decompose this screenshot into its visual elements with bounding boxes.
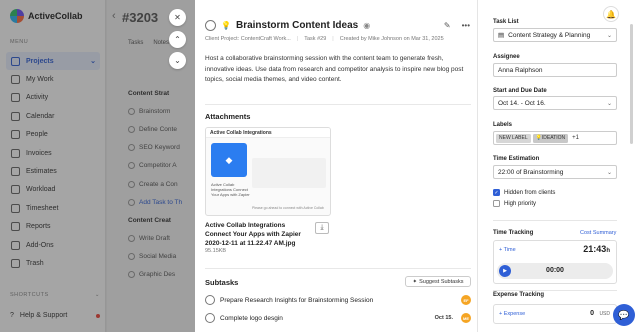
subtasks-heading: Subtasks <box>205 278 239 287</box>
dates-value: Oct 14. - Oct 16. <box>498 99 546 107</box>
list-icon: ▤ <box>498 32 505 39</box>
dates-label: Start and Due Date <box>493 88 547 94</box>
lightbulb-icon: 💡 <box>221 20 231 30</box>
labels-input[interactable]: NEW LABEL 💡 IDEATION +1 <box>493 131 617 145</box>
task-list-label: Task List <box>493 19 519 25</box>
time-tracking-box: + Time 21:43h ▶ 00:00 <box>493 240 617 284</box>
attachment-thumbnail[interactable]: Active Collab Integrations ◆ Active Coll… <box>205 127 331 216</box>
task-list-select[interactable]: ▤ Content Strategy & Planning ⌄ <box>493 28 617 42</box>
assignee-label: Assignee <box>493 54 520 60</box>
more-labels[interactable]: +1 <box>572 135 579 141</box>
eye-icon[interactable]: ◉ <box>363 21 370 30</box>
avatar[interactable]: EF <box>461 295 471 305</box>
priority-label: High priority <box>504 200 537 207</box>
time-tracking-label: Time Tracking <box>493 230 534 236</box>
cost-summary-link[interactable]: Cost Summary <box>580 230 616 236</box>
app-icon: ◆ <box>211 143 247 177</box>
high-priority-checkbox[interactable]: High priority <box>493 200 536 207</box>
timer-value: 00:00 <box>546 267 564 274</box>
estimation-select[interactable]: 22:00 of Brainstorming ⌄ <box>493 165 617 179</box>
previous-task-button[interactable]: ⌃ <box>169 31 186 48</box>
expense-currency: USD <box>599 311 610 317</box>
labels-label: Labels <box>493 122 513 128</box>
subtask-checkbox[interactable] <box>205 295 215 305</box>
chevron-down-icon: ⌄ <box>606 32 612 39</box>
created-info: Created by Mike Johnson on Mar 31, 2025 <box>339 36 444 42</box>
hidden-label: Hidden from clients <box>504 189 556 196</box>
divider <box>493 220 617 221</box>
thumbnail-title: Active Collab Integrations <box>206 128 330 138</box>
subtask-item[interactable]: Complete logo desgin Oct 15. ME <box>205 311 471 325</box>
timer-bar: ▶ 00:00 <box>497 263 613 279</box>
add-time-button[interactable]: + Time <box>499 247 516 253</box>
task-description[interactable]: Host a collaborative brainstorming sessi… <box>205 54 471 86</box>
add-expense-button[interactable]: + Expense <box>499 311 525 317</box>
time-total: 21:43h <box>583 244 610 254</box>
time-total-value: 21:43 <box>583 244 607 254</box>
separator: | <box>296 36 299 42</box>
chat-icon: 💬 <box>618 309 630 320</box>
thumbnail-footer: Please go ahead to connect with Active C… <box>252 206 324 210</box>
sparkle-icon: ✦ <box>412 278 418 285</box>
suggest-subtasks-button[interactable]: ✦ Suggest Subtasks <box>405 276 471 287</box>
subtask-checkbox[interactable] <box>205 313 215 323</box>
chevron-up-icon: ⌃ <box>174 35 181 44</box>
expense-box: + Expense 0 USD <box>493 304 617 324</box>
assignee-value: Anna Ralphson <box>498 66 543 74</box>
close-modal-button[interactable]: ✕ <box>169 9 186 26</box>
task-list-value: Content Strategy & Planning <box>508 31 591 39</box>
checkbox-icon[interactable] <box>493 200 500 207</box>
attachment-file-name[interactable]: Active Collab Integrations Connect Your … <box>205 222 305 248</box>
separator: | <box>332 36 334 42</box>
hidden-from-clients-checkbox[interactable]: ✓ Hidden from clients <box>493 189 555 196</box>
complete-task-checkbox[interactable] <box>205 19 216 31</box>
task-main-column: 💡 Brainstorm Content Ideas ◉ ✎ ••• Clien… <box>195 0 478 332</box>
task-title-row: 💡 Brainstorm Content Ideas ◉ ✎ ••• <box>205 17 470 33</box>
label-tag[interactable]: 💡 IDEATION <box>532 133 569 143</box>
task-number: Task #29 <box>304 36 327 42</box>
scrollbar[interactable] <box>630 24 633 144</box>
task-panel: 💡 Brainstorm Content Ideas ◉ ✎ ••• Clien… <box>195 0 640 332</box>
dates-input[interactable]: Oct 14. - Oct 16. ⌄ <box>493 96 617 110</box>
chat-button[interactable]: 💬 <box>613 304 635 326</box>
more-options-icon[interactable]: ••• <box>462 21 470 30</box>
attachment-file-size: 95.15KB <box>205 248 227 254</box>
subtask-item[interactable]: Prepare Research Insights for Brainstorm… <box>205 293 471 307</box>
notifications-button[interactable]: 🔔 <box>603 6 619 22</box>
estimation-value: 22:00 of Brainstorming <box>498 168 564 176</box>
attachments-heading: Attachments <box>205 112 251 121</box>
task-meta: Client Project: ContentCraft Work... | T… <box>205 36 444 42</box>
subtask-date[interactable]: Oct 15. <box>435 315 453 321</box>
subtask-label[interactable]: Prepare Research Insights for Brainstorm… <box>220 297 373 304</box>
suggest-label: Suggest Subtasks <box>419 278 464 285</box>
close-icon: ✕ <box>174 13 181 22</box>
download-icon: ⤓ <box>320 224 324 231</box>
download-button[interactable]: ⤓ <box>315 222 329 234</box>
chevron-down-icon: ⌄ <box>606 100 612 107</box>
expense-value: 0 <box>590 310 594 317</box>
divider <box>493 290 617 291</box>
divider <box>205 268 471 269</box>
subtask-label[interactable]: Complete logo desgin <box>220 315 283 322</box>
avatar[interactable]: ME <box>461 313 471 323</box>
checkbox-checked-icon[interactable]: ✓ <box>493 189 500 196</box>
chevron-down-icon: ⌄ <box>174 56 181 65</box>
expense-tracking-label: Expense Tracking <box>493 292 545 298</box>
divider <box>205 104 471 105</box>
project-link[interactable]: Client Project: ContentCraft Work... <box>205 36 291 42</box>
time-unit: h <box>606 248 610 254</box>
thumbnail-panel <box>252 158 326 188</box>
thumbnail-text: Active Collab Integrations Connect Your … <box>211 182 250 197</box>
chevron-down-icon: ⌄ <box>606 169 612 176</box>
label-tag[interactable]: NEW LABEL <box>496 133 531 143</box>
next-task-button[interactable]: ⌄ <box>169 52 186 69</box>
task-title[interactable]: Brainstorm Content Ideas <box>236 20 358 31</box>
estimation-label: Time Estimation <box>493 156 540 162</box>
edit-icon[interactable]: ✎ <box>444 21 451 30</box>
task-actions: ✎ ••• <box>444 21 470 30</box>
bell-icon: 🔔 <box>606 9 616 19</box>
assignee-select[interactable]: Anna Ralphson <box>493 63 617 77</box>
label-tag-text: IDEATION <box>541 135 566 141</box>
